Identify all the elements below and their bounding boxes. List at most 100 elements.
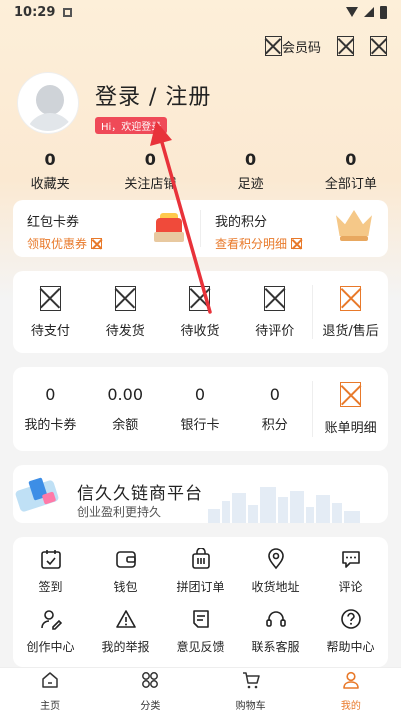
service-label: 钱包 xyxy=(113,580,138,594)
coupon-entry[interactable]: 红包卡券 领取优惠券 xyxy=(13,200,200,257)
stat-label: 收藏夹 xyxy=(30,177,70,192)
group-bag-icon xyxy=(189,547,213,571)
orders-card: 待支付 待发货 待收货 待评价 退货/售后 xyxy=(13,271,388,353)
service-label: 意见反馈 xyxy=(176,640,225,654)
crown-icon xyxy=(336,210,372,242)
service-feedback[interactable]: 意见反馈 xyxy=(163,607,238,667)
category-icon xyxy=(140,670,160,694)
profile-section[interactable]: 登录 / 注册 Hi，欢迎登录 xyxy=(18,73,211,134)
skyline-decoration xyxy=(208,485,368,523)
refund-icon xyxy=(340,285,362,311)
order-pending-receipt[interactable]: 待收货 xyxy=(163,271,238,353)
creator-icon xyxy=(39,607,63,631)
wallet-bank-cards[interactable]: 0 银行卡 xyxy=(163,367,238,451)
order-label: 待评价 xyxy=(255,323,295,339)
tab-cart[interactable]: 购物车 xyxy=(201,668,301,713)
services-card: 签到 钱包 拼团订单 收货地址 评论 创作中心 我的举报 意见反馈 联系客服 帮… xyxy=(13,537,388,667)
pending-payment-icon xyxy=(39,285,61,311)
stat-value: 0 xyxy=(144,150,156,169)
points-link[interactable]: 查看积分明细 xyxy=(215,235,287,252)
user-icon xyxy=(341,670,361,694)
tab-label: 主页 xyxy=(40,700,61,712)
service-label: 收货地址 xyxy=(251,580,300,594)
stat-label: 关注店铺 xyxy=(124,177,177,192)
member-code-button[interactable]: 会员码 xyxy=(264,36,321,56)
tab-label: 我的 xyxy=(340,700,361,712)
service-wallet[interactable]: 钱包 xyxy=(88,547,163,607)
stat-value: 0 xyxy=(245,150,257,169)
wallet-points[interactable]: 0 积分 xyxy=(237,367,312,451)
pending-review-icon xyxy=(264,285,286,311)
login-register-link[interactable]: 登录 / 注册 xyxy=(95,79,211,111)
service-checkin[interactable]: 签到 xyxy=(13,547,88,607)
bill-details-icon xyxy=(340,382,362,407)
location-pin-icon xyxy=(264,547,288,571)
tab-category[interactable]: 分类 xyxy=(100,668,200,713)
tab-mine[interactable]: 我的 xyxy=(301,668,401,713)
sim-icon xyxy=(63,7,73,17)
coupon-link[interactable]: 领取优惠券 xyxy=(27,235,87,252)
message-icon[interactable] xyxy=(370,36,387,56)
wallet-value: 0 xyxy=(194,385,206,404)
wallet-card: 0 我的卡券 0.00 余额 0 银行卡 0 积分 账单明细 xyxy=(13,367,388,451)
signal-icon xyxy=(364,7,374,17)
service-comments[interactable]: 评论 xyxy=(313,547,388,607)
home-icon xyxy=(40,670,60,694)
points-entry[interactable]: 我的积分 查看积分明细 xyxy=(201,200,388,257)
calendar-check-icon xyxy=(39,547,63,571)
platform-subtitle: 创业盈利更持久 xyxy=(77,505,162,519)
wallet-bill-details[interactable]: 账单明细 xyxy=(313,367,388,451)
platform-banner[interactable]: 信久久链商平台 创业盈利更持久 xyxy=(13,465,388,523)
member-code-icon xyxy=(264,36,282,56)
service-creator-center[interactable]: 创作中心 xyxy=(13,607,88,667)
service-group-orders[interactable]: 拼团订单 xyxy=(163,547,238,607)
bottom-tab-bar: 主页 分类 购物车 我的 xyxy=(0,667,401,713)
greeting-badge: Hi，欢迎登录 xyxy=(95,117,168,134)
settings-icon[interactable] xyxy=(337,36,354,56)
points-link-icon xyxy=(291,238,303,249)
service-help-center[interactable]: 帮助中心 xyxy=(313,607,388,667)
stat-followed-shops[interactable]: 0 关注店铺 xyxy=(100,150,200,192)
warning-icon xyxy=(114,607,138,631)
wallet-label: 我的卡券 xyxy=(24,418,77,433)
headset-icon xyxy=(264,607,288,631)
platform-illustration xyxy=(13,473,71,521)
pending-receipt-icon xyxy=(189,285,211,311)
order-label: 退货/售后 xyxy=(322,323,379,339)
service-label: 创作中心 xyxy=(26,640,75,654)
service-address[interactable]: 收货地址 xyxy=(238,547,313,607)
status-bar: 10:29 xyxy=(0,0,401,24)
wallet-label: 银行卡 xyxy=(180,418,220,433)
order-pending-payment[interactable]: 待支付 xyxy=(13,271,88,353)
coupon-link-icon xyxy=(91,238,103,249)
avatar[interactable] xyxy=(18,73,78,133)
cart-icon xyxy=(241,670,261,694)
wallet-value: 0 xyxy=(45,385,56,404)
wallet-balance[interactable]: 0.00 余额 xyxy=(88,367,163,451)
order-label: 待收货 xyxy=(180,323,220,339)
stat-all-orders[interactable]: 0 全部订单 xyxy=(301,150,401,192)
order-label: 待支付 xyxy=(30,323,70,339)
service-customer-support[interactable]: 联系客服 xyxy=(238,607,313,667)
order-label: 待发货 xyxy=(105,323,145,339)
tab-home[interactable]: 主页 xyxy=(0,668,100,713)
stat-value: 0 xyxy=(44,150,56,169)
top-actions: 会员码 xyxy=(264,36,387,56)
stat-favorites[interactable]: 0 收藏夹 xyxy=(0,150,100,192)
wallet-value: 0.00 xyxy=(107,385,143,404)
service-label: 评论 xyxy=(338,580,363,594)
bill-details-label: 账单明细 xyxy=(324,421,377,436)
wallet-my-coupons[interactable]: 0 我的卡券 xyxy=(13,367,88,451)
wallet-icon xyxy=(114,547,138,571)
promo-card: 红包卡券 领取优惠券 我的积分 查看积分明细 xyxy=(13,200,388,257)
stats-row: 0 收藏夹 0 关注店铺 0 足迹 0 全部订单 xyxy=(0,150,401,192)
wallet-label: 积分 xyxy=(261,418,288,433)
order-pending-shipment[interactable]: 待发货 xyxy=(88,271,163,353)
stat-footprints[interactable]: 0 足迹 xyxy=(201,150,301,192)
order-refund-after-sales[interactable]: 退货/售后 xyxy=(313,271,388,353)
wallet-label: 余额 xyxy=(112,418,139,433)
comment-icon xyxy=(339,547,363,571)
order-pending-review[interactable]: 待评价 xyxy=(237,271,312,353)
service-my-reports[interactable]: 我的举报 xyxy=(88,607,163,667)
service-label: 联系客服 xyxy=(251,640,300,654)
